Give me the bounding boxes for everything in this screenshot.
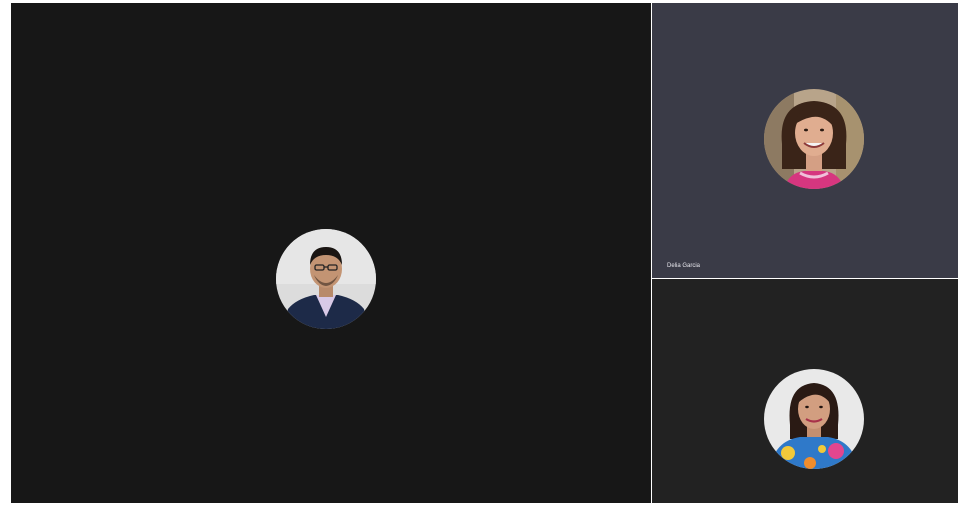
participant-avatar-delia (764, 89, 864, 189)
participant-tile-delia[interactable]: Delia Garcia (652, 3, 958, 278)
participant-avatar-third (764, 369, 864, 469)
person-photo-icon (764, 369, 864, 469)
participant-tile-third[interactable] (652, 279, 958, 503)
video-call-grid: Delia Garcia (0, 0, 959, 507)
person-photo-icon (764, 89, 864, 189)
participant-avatar-main (276, 229, 376, 329)
participant-name-label: Delia Garcia (667, 263, 701, 269)
participant-tile-main[interactable] (11, 3, 651, 503)
person-photo-icon (276, 229, 376, 329)
